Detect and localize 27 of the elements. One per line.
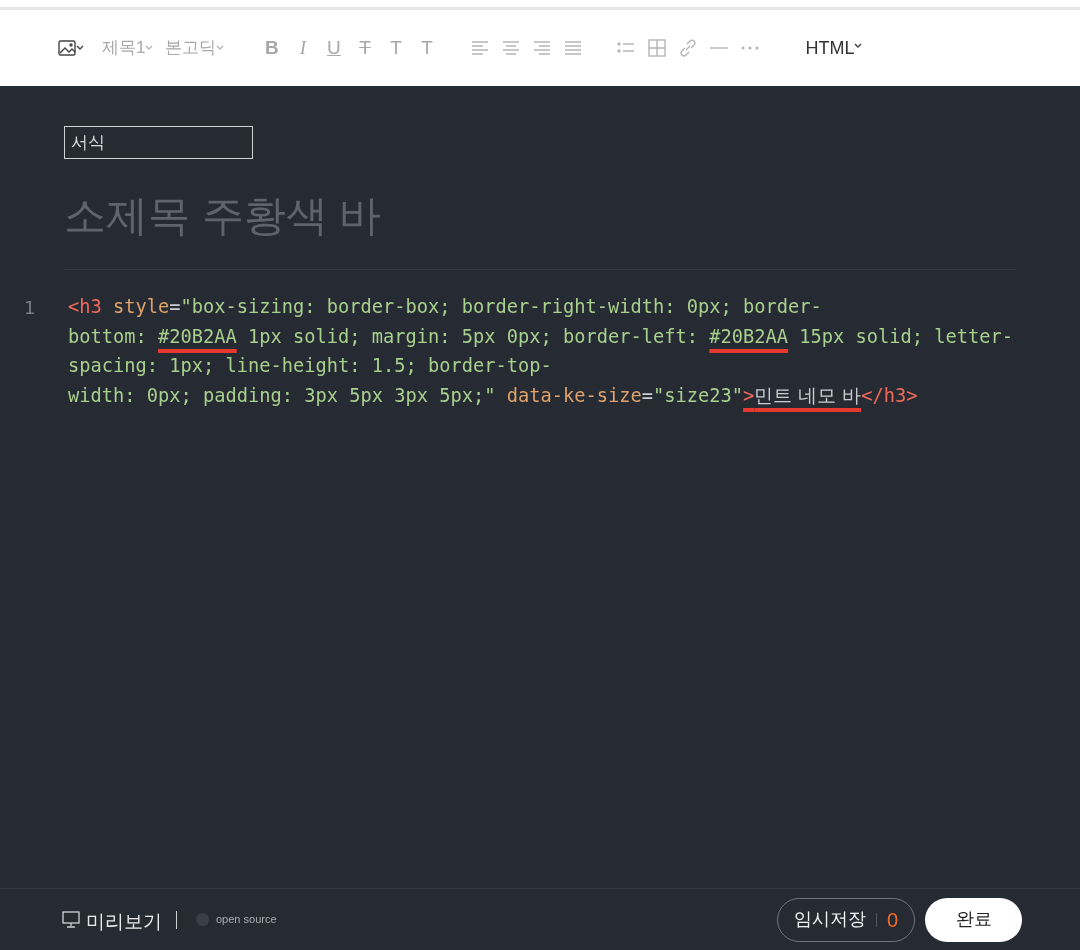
underlined-code-token: #20B2AA (709, 324, 789, 349)
title-field[interactable]: 소제목 주황색 바 (64, 183, 1016, 247)
code-string: bottom: (68, 324, 148, 349)
code-string: spacing: 1px; line-height: 1.5; border-top- (68, 354, 552, 379)
category-field[interactable]: 서식 (64, 126, 253, 159)
code-string: "box-sizing: border-box; border-right-width: 0px; border- (180, 295, 822, 319)
monitor-icon[interactable] (62, 911, 80, 928)
underlined-code-token: #20B2AA (158, 324, 237, 349)
line-number: 1 (24, 296, 37, 320)
code-string: "size23" (653, 384, 744, 409)
draft-count: 0 (886, 907, 898, 933)
image-icon[interactable] (58, 39, 76, 57)
open-source-link[interactable]: open source (216, 911, 277, 928)
code-attribute: data-ke-size (506, 384, 642, 409)
done-button[interactable]: 완료 (925, 897, 1022, 942)
code-tag: </h3> (861, 381, 918, 411)
preview-link[interactable]: 미리보기 (86, 908, 162, 937)
code-attribute: style (113, 295, 170, 319)
code-punctuation: = (169, 295, 181, 319)
code-tag: <h3 (68, 292, 102, 322)
underlined-code-token: 민트 네모 바 (754, 384, 862, 409)
code-string: 15px solid; letter- (798, 324, 1014, 349)
code-string: 1px solid; margin: 5px 0px; border-left: (247, 324, 700, 349)
code-string: width: 0px; padding: 3px 5px 3px 5px;" (68, 384, 496, 409)
underlined-code-token: > (743, 384, 755, 409)
code-punctuation: = (641, 384, 654, 409)
editor-mode-dropdown[interactable]: HTML (805, 34, 863, 62)
